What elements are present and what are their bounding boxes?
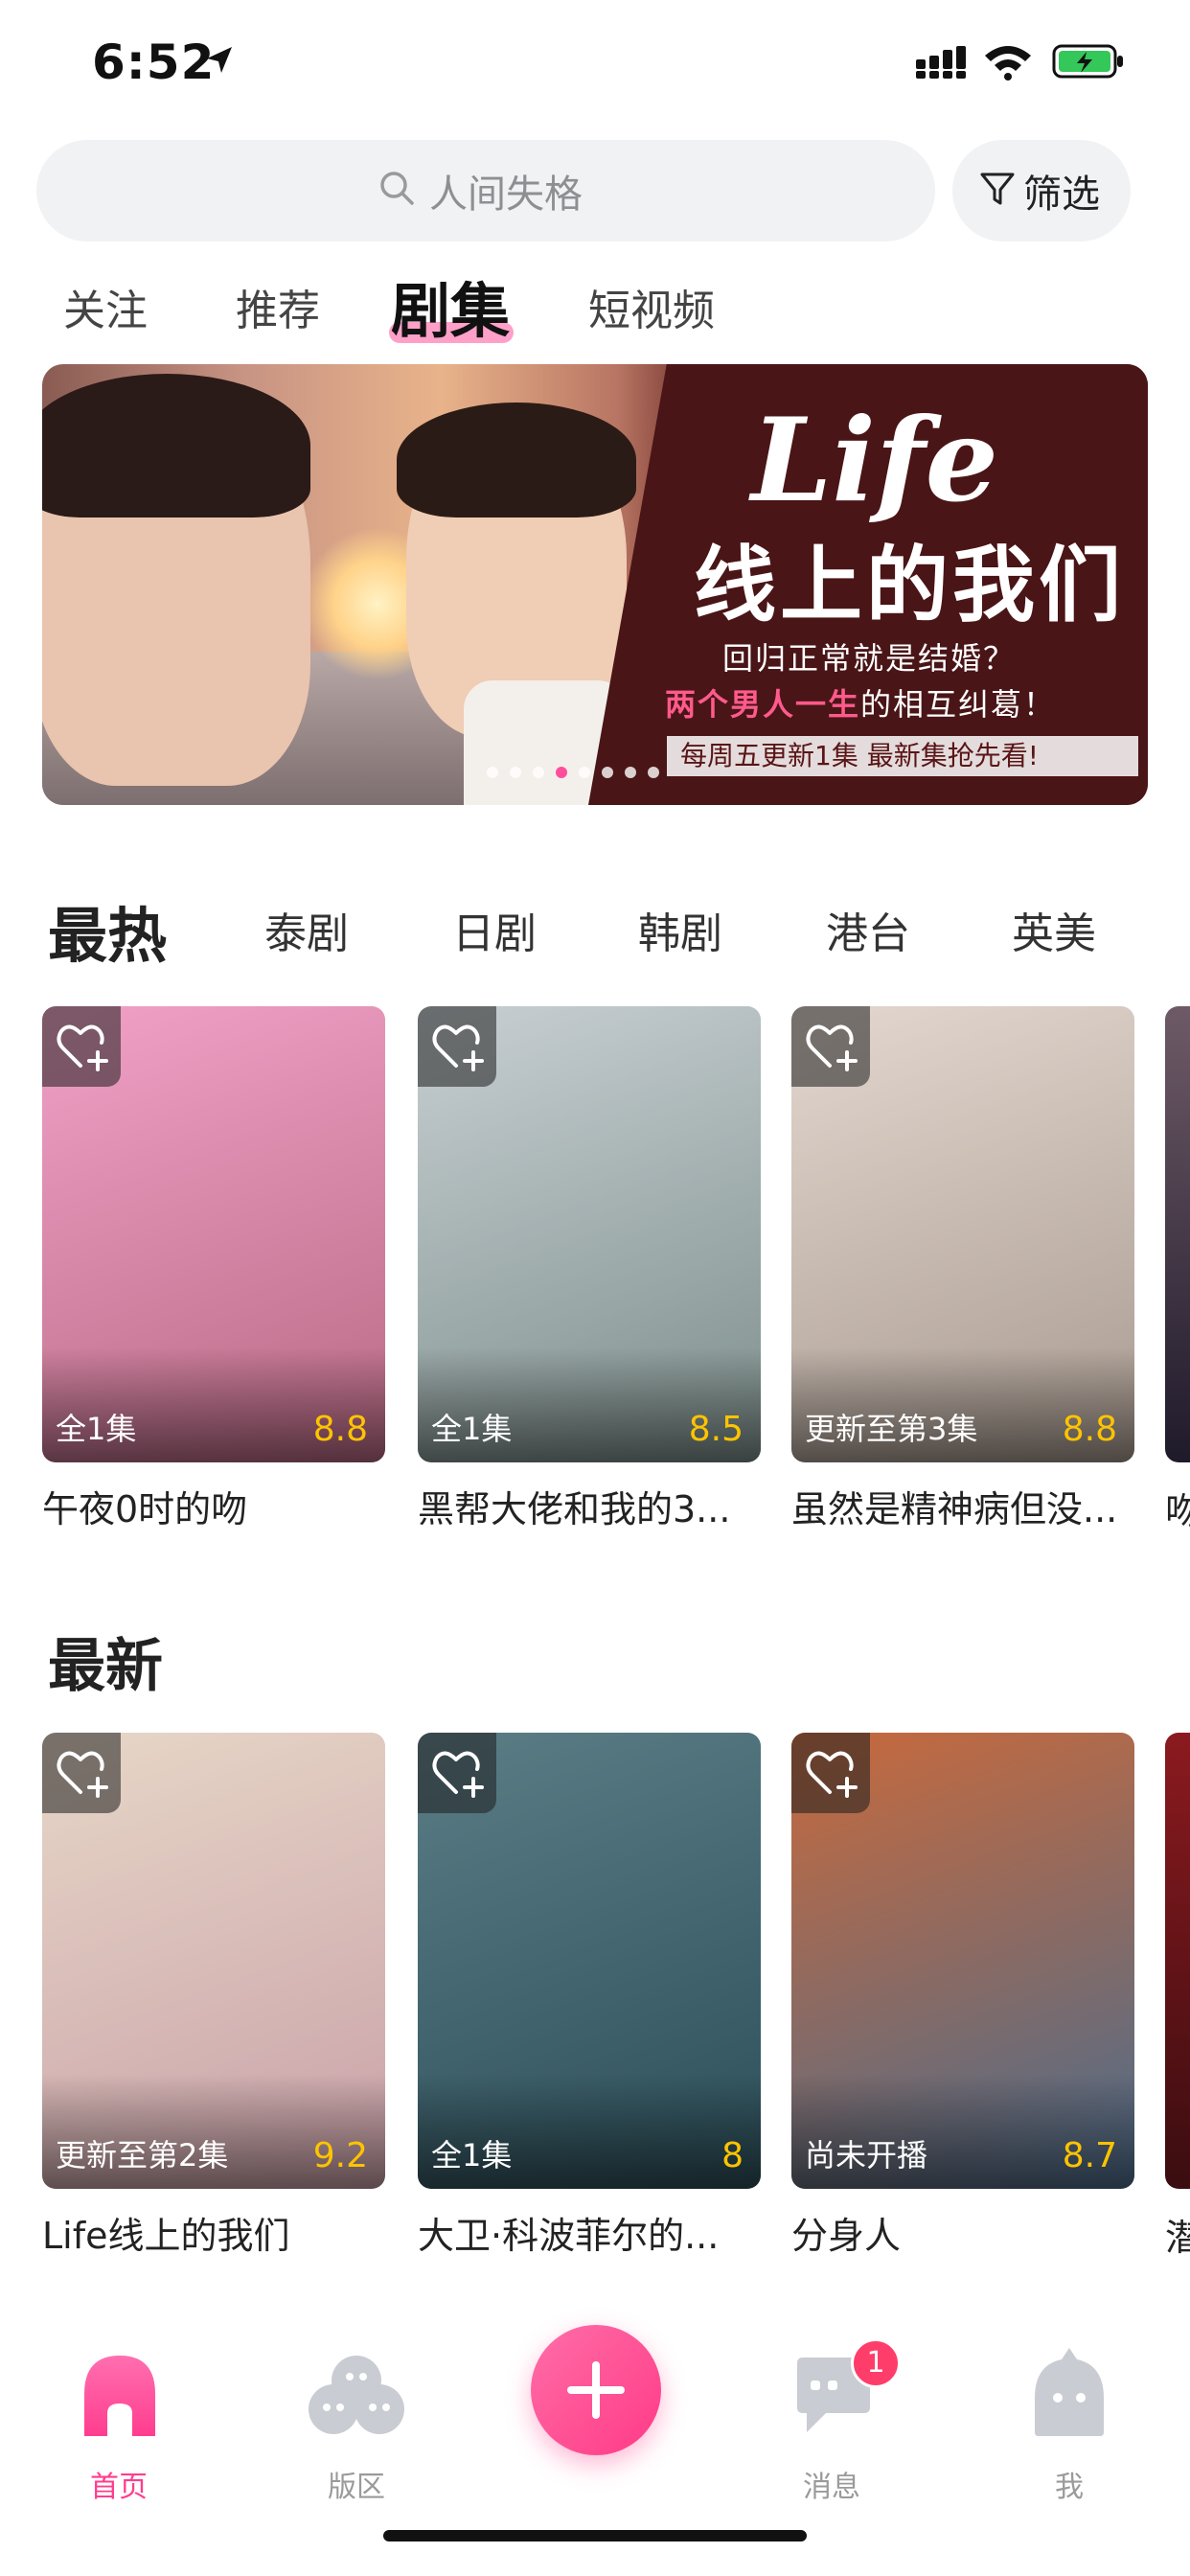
banner-page-dot[interactable] bbox=[510, 767, 521, 778]
cellular-signal-icon bbox=[916, 46, 966, 79]
category-tabs: 最热 泰剧 日剧 韩剧 港台 英美 bbox=[0, 882, 1190, 971]
episode-status: 更新至第2集 bbox=[56, 2137, 229, 2174]
profile-ghost-icon bbox=[1035, 2348, 1104, 2436]
show-card[interactable]: 更新至第3集 8.8 虽然是精神病但没... bbox=[791, 1006, 1134, 1532]
show-card[interactable]: 尚未开播 8.7 分身人 bbox=[791, 1733, 1134, 2259]
banner-tagline-2: 两个男人一生的相互纠葛！ bbox=[665, 680, 1056, 724]
nav-home-label: 首页 bbox=[90, 2471, 148, 2504]
section-title-latest: 最新 bbox=[48, 1633, 163, 1700]
nav-messages-label: 消息 bbox=[803, 2471, 860, 2504]
tab-short-video[interactable]: 短视频 bbox=[588, 276, 715, 337]
status-time: 6:52 bbox=[92, 34, 216, 90]
favorite-button[interactable] bbox=[42, 1006, 121, 1087]
banner-subtitle: 线上的我们 bbox=[694, 538, 1125, 633]
messages-unread-badge: 1 bbox=[851, 2338, 901, 2388]
filter-label: 筛选 bbox=[1023, 172, 1100, 217]
banner-page-dot[interactable] bbox=[556, 767, 567, 778]
banner-title: Life bbox=[751, 393, 998, 528]
favorite-button[interactable] bbox=[42, 1733, 121, 1813]
favorite-button[interactable] bbox=[418, 1733, 496, 1813]
episode-status: 全1集 bbox=[56, 1411, 137, 1447]
hot-row-peek-title: 吻 bbox=[1165, 1490, 1190, 1532]
latest-row-peek-card[interactable] bbox=[1165, 1733, 1190, 2189]
banner-page-dot[interactable] bbox=[533, 767, 544, 778]
rating-score: 8.5 bbox=[688, 1410, 744, 1449]
show-card[interactable]: 全1集 8.5 黑帮大佬和我的3... bbox=[418, 1006, 761, 1532]
banner-tagline-rest: 的相互纠葛！ bbox=[860, 686, 1057, 723]
filter-button[interactable]: 筛选 bbox=[952, 140, 1131, 242]
banner-page-dot[interactable] bbox=[602, 767, 613, 778]
rating-score: 9.2 bbox=[312, 2136, 368, 2175]
top-tabs: 关注 推荐 剧集 短视频 bbox=[0, 263, 1190, 355]
battery-charging-icon bbox=[1052, 44, 1123, 79]
category-korean[interactable]: 韩剧 bbox=[638, 899, 722, 960]
episode-status: 全1集 bbox=[431, 1411, 513, 1447]
banner-page-dot[interactable] bbox=[625, 767, 636, 778]
show-poster[interactable]: 更新至第3集 8.8 bbox=[791, 1006, 1134, 1462]
show-poster[interactable]: 尚未开播 8.7 bbox=[791, 1733, 1134, 2189]
banner-tagline-1: 回归正常就是结婚？ bbox=[722, 640, 1017, 677]
favorite-button[interactable] bbox=[791, 1006, 870, 1087]
location-arrow-icon bbox=[207, 47, 232, 73]
promo-banner[interactable]: Life 线上的我们 回归正常就是结婚？ 两个男人一生的相互纠葛！ 每周五更新1… bbox=[42, 364, 1148, 805]
filter-funnel-icon bbox=[980, 172, 1015, 205]
show-title[interactable]: 虽然是精神病但没... bbox=[791, 1480, 1134, 1532]
nav-forum-label: 版区 bbox=[328, 2471, 385, 2504]
category-hk-tw[interactable]: 港台 bbox=[826, 899, 910, 960]
banner-person-left-hair bbox=[42, 374, 310, 518]
banner-page-dot[interactable] bbox=[487, 767, 498, 778]
heart-plus-icon bbox=[57, 1024, 108, 1071]
heart-plus-icon bbox=[432, 1751, 484, 1798]
wifi-icon bbox=[985, 46, 1031, 80]
category-hottest[interactable]: 最热 bbox=[48, 887, 167, 974]
episode-status: 更新至第3集 bbox=[805, 1411, 978, 1447]
search-icon bbox=[380, 172, 414, 205]
show-title[interactable]: 黑帮大佬和我的3... bbox=[418, 1480, 761, 1532]
show-poster[interactable]: 全1集 8.8 bbox=[42, 1006, 385, 1462]
show-title[interactable]: Life线上的我们 bbox=[42, 2206, 385, 2259]
rating-score: 8 bbox=[721, 2136, 744, 2175]
show-poster[interactable]: 全1集 8 bbox=[418, 1733, 761, 2189]
heart-plus-icon bbox=[806, 1024, 858, 1071]
category-thai[interactable]: 泰剧 bbox=[264, 899, 349, 960]
status-bar: 6:52 bbox=[0, 0, 1190, 125]
home-icon bbox=[84, 2356, 155, 2436]
category-japanese[interactable]: 日剧 bbox=[452, 899, 537, 960]
episode-status: 全1集 bbox=[431, 2137, 513, 2174]
favorite-button[interactable] bbox=[418, 1006, 496, 1087]
rating-score: 8.8 bbox=[312, 1410, 368, 1449]
heart-plus-icon bbox=[57, 1751, 108, 1798]
show-card[interactable]: 全1集 8 大卫·科波菲尔的... bbox=[418, 1733, 761, 2259]
show-poster[interactable]: 全1集 8.5 bbox=[418, 1006, 761, 1462]
show-title[interactable]: 分身人 bbox=[791, 2206, 1134, 2259]
show-poster[interactable]: 更新至第2集 9.2 bbox=[42, 1733, 385, 2189]
create-post-button[interactable] bbox=[531, 2325, 661, 2455]
hot-row-peek-card[interactable] bbox=[1165, 1006, 1190, 1462]
banner-person-right-hair bbox=[397, 402, 636, 518]
category-us-uk[interactable]: 英美 bbox=[1012, 899, 1096, 960]
forum-blob-icon bbox=[309, 2356, 404, 2434]
search-bar[interactable]: 人间失格 bbox=[36, 140, 935, 242]
show-title[interactable]: 午夜0时的吻 bbox=[42, 1480, 385, 1532]
banner-page-dot[interactable] bbox=[579, 767, 590, 778]
banner-page-dot[interactable] bbox=[648, 767, 659, 778]
heart-plus-icon bbox=[432, 1024, 484, 1071]
tab-series[interactable]: 剧集 bbox=[391, 263, 510, 349]
nav-me-label: 我 bbox=[1055, 2471, 1084, 2504]
latest-row-peek-title: 潜 bbox=[1165, 2217, 1190, 2259]
heart-plus-icon bbox=[806, 1751, 858, 1798]
show-title[interactable]: 大卫·科波菲尔的... bbox=[418, 2206, 761, 2259]
show-card[interactable]: 全1集 8.8 午夜0时的吻 bbox=[42, 1006, 385, 1532]
rating-score: 8.8 bbox=[1062, 1410, 1117, 1449]
search-placeholder: 人间失格 bbox=[429, 172, 583, 217]
rating-score: 8.7 bbox=[1062, 2136, 1117, 2175]
home-indicator bbox=[383, 2530, 807, 2542]
favorite-button[interactable] bbox=[791, 1733, 870, 1813]
tab-follow[interactable]: 关注 bbox=[63, 276, 148, 337]
banner-schedule: 每周五更新1集 最新集抢先看! bbox=[667, 736, 1138, 776]
tab-recommend[interactable]: 推荐 bbox=[236, 276, 320, 337]
episode-status: 尚未开播 bbox=[805, 2137, 928, 2174]
show-card[interactable]: 更新至第2集 9.2 Life线上的我们 bbox=[42, 1733, 385, 2259]
banner-tagline-highlight: 两个男人一生 bbox=[665, 686, 861, 723]
